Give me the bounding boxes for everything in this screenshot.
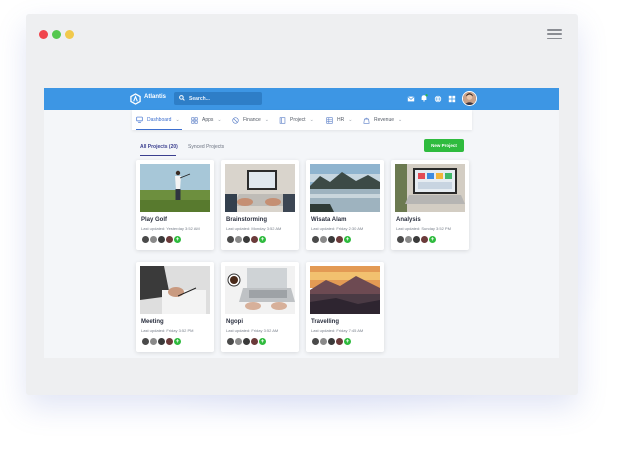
clipboard-icon <box>279 116 286 124</box>
nav-item-finance[interactable]: Finance ⌄ <box>232 110 269 130</box>
mail-icon[interactable] <box>407 95 415 103</box>
new-project-button[interactable]: New Project <box>424 139 464 152</box>
apps-grid-icon[interactable] <box>448 95 456 103</box>
project-card-wisata-alam[interactable]: Wisata Alam Last updated: Friday 2:30 AM… <box>306 160 384 250</box>
nav-label: Apps <box>202 117 214 123</box>
nav-label: Revenue <box>374 117 395 123</box>
chevron-down-icon: ⌄ <box>398 117 403 123</box>
search-icon <box>179 95 185 101</box>
brand-name: Atlantis <box>144 94 167 100</box>
nav-label: Dashboard <box>147 116 172 123</box>
project-title: Ngopi <box>226 319 243 325</box>
project-thumbnail <box>225 266 295 314</box>
project-card-analysis[interactable]: Analysis Last updated: Sunday 3:52 PM + <box>391 160 469 250</box>
user-avatar-image <box>463 92 476 105</box>
chevron-down-icon: ⌄ <box>264 117 269 123</box>
app-viewport: Atlantis Search... Dashboard ⌄ Apps ⌄ Fi… <box>44 88 559 358</box>
project-updated: Last updated: Friday 2:30 AM <box>311 226 364 231</box>
add-member-button[interactable]: + <box>428 235 437 244</box>
project-updated: Last updated: Yesterday 3:52 AM <box>141 226 200 231</box>
bell-icon[interactable] <box>420 94 428 102</box>
window-maximize-dot[interactable] <box>65 30 74 39</box>
chevron-down-icon: ⌄ <box>175 116 180 123</box>
chevron-down-icon: ⌄ <box>217 117 222 123</box>
table-icon <box>326 116 333 124</box>
project-title: Wisata Alam <box>311 217 347 223</box>
chevron-down-icon: ⌄ <box>309 117 314 123</box>
bag-icon <box>363 117 370 124</box>
member-avatars: + <box>141 235 182 244</box>
project-card-play-golf[interactable]: Play Golf Last updated: Yesterday 3:52 A… <box>136 160 214 250</box>
globe-icon[interactable] <box>434 95 442 103</box>
chevron-down-icon: ⌄ <box>348 117 353 123</box>
member-avatars: + <box>311 235 352 244</box>
project-title: Play Golf <box>141 217 168 223</box>
project-title: Brainstorming <box>226 217 268 223</box>
search-input[interactable]: Search... <box>174 92 262 105</box>
browser-window: Atlantis Search... Dashboard ⌄ Apps ⌄ Fi… <box>26 14 578 395</box>
top-bar: Atlantis Search... <box>44 88 559 110</box>
window-minimize-dot[interactable] <box>52 30 61 39</box>
tab-all-projects[interactable]: All Projects (20) <box>140 144 178 150</box>
money-icon <box>232 116 239 124</box>
add-member-button[interactable]: + <box>173 235 182 244</box>
project-card-brainstorming[interactable]: Brainstorming Last updated: Monday 3:52 … <box>221 160 299 250</box>
stage: Atlantis Search... Dashboard ⌄ Apps ⌄ Fi… <box>0 0 624 453</box>
user-avatar[interactable] <box>462 91 477 106</box>
project-title: Travelling <box>311 319 340 325</box>
project-updated: Last updated: Sunday 3:52 PM <box>396 226 451 231</box>
menu-icon[interactable] <box>547 29 562 40</box>
add-member-button[interactable]: + <box>258 337 267 346</box>
project-updated: Last updated: Friday 3:52 AM <box>226 328 279 333</box>
project-thumbnail <box>310 164 380 212</box>
member-avatars: + <box>141 337 182 346</box>
add-member-button[interactable]: + <box>343 337 352 346</box>
member-avatars: + <box>396 235 437 244</box>
project-updated: Last updated: Friday 3:52 PM <box>141 328 194 333</box>
member-avatars: + <box>226 235 267 244</box>
search-placeholder: Search... <box>189 95 210 102</box>
nav-item-dashboard[interactable]: Dashboard ⌄ <box>136 110 182 130</box>
project-updated: Last updated: Friday 7:45 AM <box>311 328 364 333</box>
logo-icon <box>130 93 141 105</box>
project-thumbnail <box>395 164 465 212</box>
project-thumbnail <box>140 164 210 212</box>
monitor-icon <box>136 116 143 123</box>
project-thumbnail <box>140 266 210 314</box>
tab-synced-projects[interactable]: Synced Projects <box>188 144 224 150</box>
grid-icon <box>191 116 198 124</box>
nav-item-apps[interactable]: Apps ⌄ <box>191 110 222 130</box>
add-member-button[interactable]: + <box>173 337 182 346</box>
active-tab-underline <box>140 155 176 156</box>
project-thumbnail <box>310 266 380 314</box>
project-card-ngopi[interactable]: Ngopi Last updated: Friday 3:52 AM + <box>221 262 299 352</box>
project-updated: Last updated: Monday 3:52 AM <box>226 226 282 231</box>
nav-item-revenue[interactable]: Revenue ⌄ <box>363 110 402 130</box>
nav-label: HR <box>337 117 345 123</box>
project-card-travelling[interactable]: Travelling Last updated: Friday 7:45 AM … <box>306 262 384 352</box>
member-avatars: + <box>226 337 267 346</box>
window-close-dot[interactable] <box>39 30 48 39</box>
nav-label: Finance <box>243 117 261 123</box>
project-card-meeting[interactable]: Meeting Last updated: Friday 3:52 PM + <box>136 262 214 352</box>
project-title: Analysis <box>396 217 421 223</box>
nav-item-hr[interactable]: HR ⌄ <box>326 110 352 130</box>
member-avatars: + <box>311 337 352 346</box>
add-member-button[interactable]: + <box>258 235 267 244</box>
nav-item-project[interactable]: Project ⌄ <box>279 110 314 130</box>
nav-label: Project <box>290 117 306 123</box>
add-member-button[interactable]: + <box>343 235 352 244</box>
main-navigation: Dashboard ⌄ Apps ⌄ Finance ⌄ Project ⌄ H… <box>132 110 472 130</box>
project-thumbnail <box>225 164 295 212</box>
project-title: Meeting <box>141 319 164 325</box>
